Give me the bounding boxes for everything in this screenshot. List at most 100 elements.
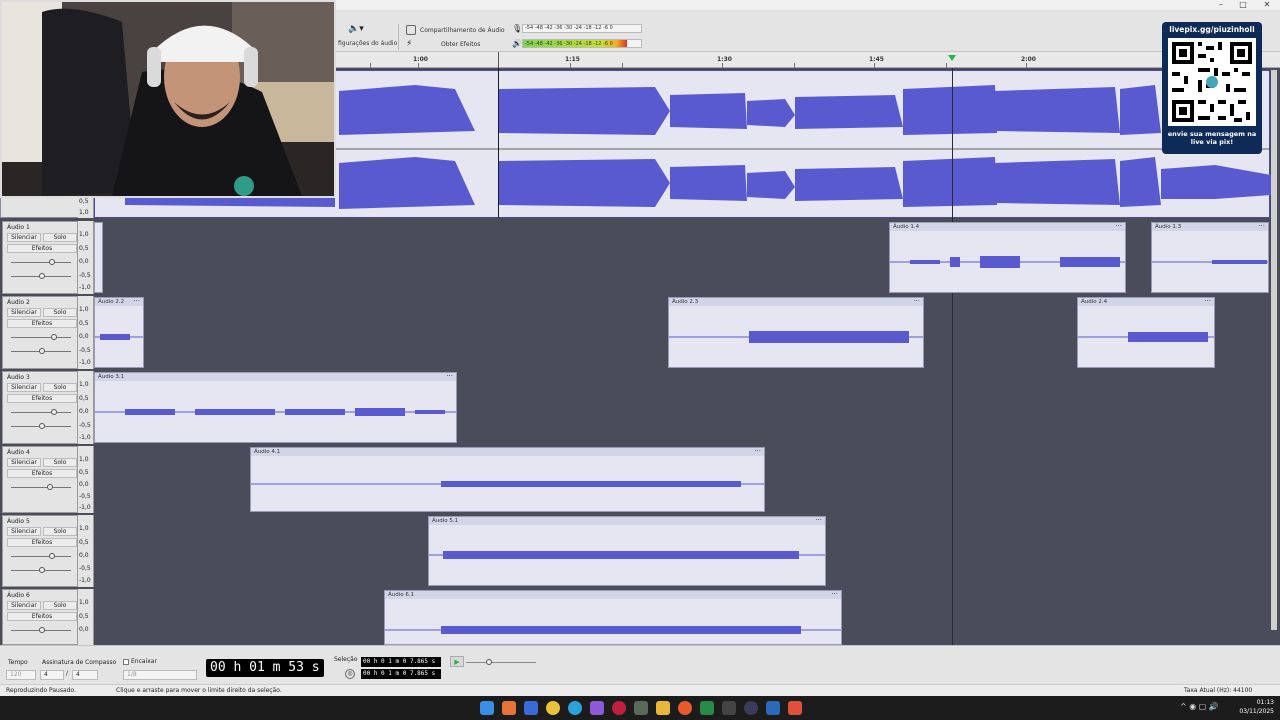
track-panel-audio-5[interactable]: Áudio 5 Silenciar Solo Efeitos: [2, 515, 78, 587]
play-button[interactable]: ▶: [450, 656, 464, 667]
clip-audio-5-1[interactable]: Áudio 5.1 ···: [428, 516, 826, 586]
solo-button[interactable]: Solo: [43, 233, 77, 242]
effects-button[interactable]: Efeitos: [7, 319, 77, 328]
clip-label[interactable]: Áudio 3.1: [95, 373, 456, 381]
clip-audio-1-3[interactable]: Áudio 1.3 ···: [1151, 222, 1269, 293]
gain-slider[interactable]: [11, 262, 71, 263]
gain-slider-thumb[interactable]: [47, 484, 53, 490]
track-name[interactable]: Áudio 3: [7, 374, 30, 381]
gain-slider[interactable]: [11, 556, 71, 557]
system-tray-icons[interactable]: ^ ◉ ▢ 🔊: [1180, 702, 1219, 711]
gain-slider[interactable]: [11, 412, 71, 413]
clip-label[interactable]: Áudio 1.4: [890, 223, 1125, 231]
clip-menu-icon[interactable]: ···: [133, 298, 140, 305]
clip-menu-icon[interactable]: ···: [754, 448, 761, 455]
speaker-icon[interactable]: 🔈▾: [348, 24, 364, 34]
app-icon[interactable]: [502, 701, 516, 715]
obs-icon[interactable]: [744, 701, 758, 715]
clip-audio-6-1[interactable]: Áudio 6.1 ···: [384, 590, 842, 645]
clip-menu-icon[interactable]: ···: [815, 517, 822, 524]
clip-label[interactable]: Áudio 5.1: [429, 517, 825, 525]
app-icon[interactable]: [634, 701, 648, 715]
maximize-button[interactable]: □: [1232, 0, 1254, 10]
firefox-icon[interactable]: [678, 701, 692, 715]
time-display[interactable]: 00 h 01 m 53 s: [206, 659, 324, 677]
playback-meter[interactable]: -54 -48 -42 -36 -30 -24 -18 -12 -6 0: [522, 39, 642, 48]
chrome-icon[interactable]: [546, 701, 560, 715]
selection-end[interactable]: 00 h 0 1 m 0 7.865 s: [361, 669, 441, 679]
playback-speed-thumb[interactable]: [486, 659, 492, 665]
track-panel-audio-1[interactable]: Áudio 1 Silenciar Solo Efeitos: [2, 221, 78, 294]
pan-slider-thumb[interactable]: [39, 423, 45, 429]
playback-speed-slider[interactable]: [466, 662, 536, 663]
clip-menu-icon[interactable]: ···: [1115, 223, 1122, 230]
snap-checkbox[interactable]: [123, 659, 129, 665]
mute-button[interactable]: Silenciar: [7, 527, 41, 536]
selection-start[interactable]: 00 h 0 1 m 0 7.865 s: [361, 657, 441, 667]
solo-button[interactable]: Solo: [43, 383, 77, 392]
clip-menu-icon[interactable]: ···: [1258, 223, 1265, 230]
mute-button[interactable]: Silenciar: [7, 458, 41, 467]
effects-button[interactable]: Efeitos: [7, 244, 77, 253]
clip-audio-4-1[interactable]: Áudio 4.1 ···: [250, 447, 765, 512]
track-name[interactable]: Áudio 6: [7, 592, 30, 599]
gain-slider[interactable]: [11, 337, 71, 338]
clip-audio-1-4[interactable]: Áudio 1.4 ···: [889, 222, 1126, 293]
track-name[interactable]: Áudio 1: [7, 224, 30, 231]
track-panel-audio-6[interactable]: Áudio 6 Silenciar Solo Efeitos: [2, 589, 78, 645]
clip-stub[interactable]: [94, 222, 103, 293]
discord-icon[interactable]: [590, 701, 604, 715]
effects-plug-icon[interactable]: ⚡: [406, 39, 412, 49]
start-icon[interactable]: [480, 701, 494, 715]
gain-slider-thumb[interactable]: [49, 553, 55, 559]
record-meter[interactable]: -54 -48 -42 -36 -30 -24 -18 -12 -6 0: [522, 24, 642, 33]
pan-slider-thumb[interactable]: [39, 348, 45, 354]
mute-button[interactable]: Silenciar: [7, 233, 41, 242]
track-name[interactable]: Áudio 2: [7, 299, 30, 306]
share-icon[interactable]: [406, 25, 416, 35]
clip-menu-icon[interactable]: ···: [831, 591, 838, 598]
audacity-icon[interactable]: [788, 701, 802, 715]
clip-menu-icon[interactable]: ···: [913, 298, 920, 305]
share-audio-button[interactable]: Compartilhamento de Áudio: [420, 27, 505, 34]
clip-audio-2-2[interactable]: Áudio 2.2 ···: [94, 297, 144, 368]
minimize-button[interactable]: –: [1210, 0, 1232, 10]
app-icon[interactable]: [722, 701, 736, 715]
mute-button[interactable]: Silenciar: [7, 601, 41, 610]
gain-slider[interactable]: [11, 487, 71, 488]
pan-slider-thumb[interactable]: [39, 567, 45, 573]
tempo-input[interactable]: 120: [6, 670, 36, 680]
get-effects-button[interactable]: Obter Efeitos: [441, 41, 480, 48]
solo-button[interactable]: Solo: [43, 527, 77, 536]
clip-audio-2-3[interactable]: Áudio 2.3 ···: [668, 297, 924, 368]
audio-setup-label[interactable]: figurações do áudio: [338, 40, 397, 47]
clip-label[interactable]: Áudio 2.4: [1078, 298, 1214, 306]
track-name[interactable]: Áudio 4: [7, 449, 30, 456]
track-name[interactable]: Áudio 5: [7, 518, 30, 525]
solo-button[interactable]: Solo: [43, 458, 77, 467]
mute-button[interactable]: Silenciar: [7, 308, 41, 317]
calendar-icon[interactable]: [524, 701, 538, 715]
gain-slider-thumb[interactable]: [51, 334, 57, 340]
steam-icon[interactable]: [766, 701, 780, 715]
snap-select[interactable]: 1/8: [123, 670, 197, 680]
opera-icon[interactable]: [612, 701, 626, 715]
effects-button[interactable]: Efeitos: [7, 394, 77, 403]
track-panel-audio-4[interactable]: Áudio 4 Silenciar Solo Efeitos: [2, 446, 78, 513]
effects-button[interactable]: Efeitos: [7, 538, 77, 547]
folder-icon[interactable]: [656, 701, 670, 715]
effects-button[interactable]: Efeitos: [7, 469, 77, 478]
close-button[interactable]: ✕: [1256, 0, 1278, 10]
effects-button[interactable]: Efeitos: [7, 612, 77, 621]
vertical-scrollbar[interactable]: [1271, 70, 1277, 630]
clip-label[interactable]: Áudio 2.3: [669, 298, 923, 306]
track-panel-audio-2[interactable]: Áudio 2 Silenciar Solo Efeitos: [2, 296, 78, 369]
edge-icon[interactable]: [568, 701, 582, 715]
solo-button[interactable]: Solo: [43, 601, 77, 610]
time-sig-numerator[interactable]: 4: [40, 670, 64, 680]
pan-slider-thumb[interactable]: [39, 273, 45, 279]
excel-icon[interactable]: [700, 701, 714, 715]
clip-audio-2-4[interactable]: Áudio 2.4 ···: [1077, 297, 1215, 368]
clip-audio-3-1[interactable]: Áudio 3.1 ···: [94, 372, 457, 443]
gain-slider-thumb[interactable]: [51, 409, 57, 415]
